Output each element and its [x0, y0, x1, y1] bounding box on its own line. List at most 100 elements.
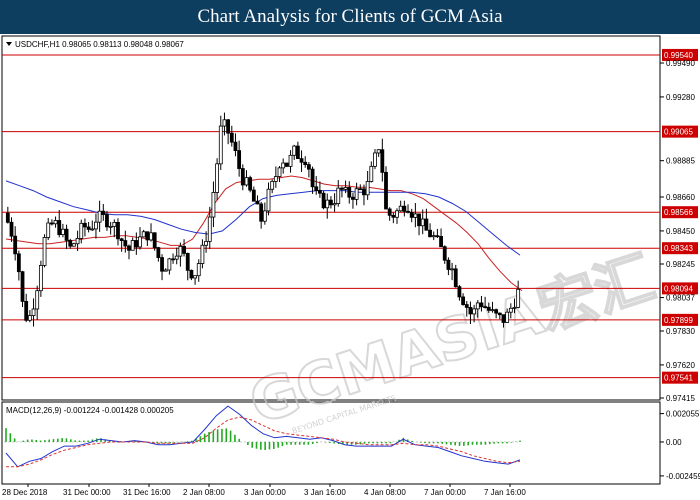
- candle-body: [332, 203, 337, 206]
- candle-body: [156, 247, 161, 258]
- candle-body: [105, 214, 109, 228]
- candle-body: [9, 221, 14, 237]
- candle-body: [439, 236, 443, 248]
- candle-body: [340, 187, 344, 190]
- candle-body: [310, 168, 315, 188]
- candle-body: [152, 232, 157, 248]
- candle-body: [215, 163, 220, 193]
- candle-body: [461, 296, 465, 305]
- candle-body: [380, 149, 385, 173]
- candle-body: [369, 165, 374, 182]
- candle-body: [402, 205, 407, 212]
- candle-body: [123, 240, 128, 247]
- level-tag-label: 0.97541: [664, 374, 693, 383]
- candle-body: [127, 245, 131, 251]
- level-tag-label: 0.98094: [664, 284, 693, 293]
- time-tick-label: 2 Jan 08:00: [183, 488, 225, 497]
- candle-body: [101, 210, 106, 215]
- candle-body: [351, 196, 355, 200]
- time-tick-label: 31 Dec 00:00: [63, 488, 111, 497]
- candle-body: [464, 304, 469, 308]
- candle-body: [46, 222, 51, 238]
- candle-body: [435, 235, 440, 238]
- candle-body: [259, 203, 264, 222]
- price-axis: 0.99490 0.99280 0.98885 0.98660 0.98450 0.982…: [660, 59, 695, 403]
- candle-body: [490, 309, 495, 312]
- macd-tick-label: -0.002459: [666, 472, 700, 481]
- time-tick-label: 7 Jan 16:00: [484, 488, 526, 497]
- candle-body: [116, 221, 120, 240]
- candle-body: [306, 164, 311, 170]
- candle-body: [409, 211, 414, 218]
- candle-body: [138, 236, 142, 248]
- candle-body: [314, 186, 319, 191]
- candle-body: [512, 306, 517, 309]
- candle-body: [185, 253, 190, 271]
- price-tick-label: 0.97415: [666, 394, 695, 403]
- candle-body: [472, 308, 477, 315]
- candle-body: [365, 181, 370, 196]
- banner-title: Chart Analysis for Clients of GCM Asia: [0, 0, 700, 34]
- symbol-header: USDCHF,H1 0.98065 0.98113 0.98048 0.9806…: [15, 40, 184, 49]
- candle-body: [134, 240, 139, 248]
- candle-body: [284, 162, 289, 167]
- candle-body: [273, 176, 278, 182]
- time-tick-label: 3 Jan 00:00: [244, 488, 286, 497]
- candle-body: [38, 265, 43, 292]
- candle-body: [508, 307, 513, 313]
- candle-body: [244, 177, 249, 186]
- candle-body: [27, 315, 32, 321]
- candle-body: [398, 205, 403, 212]
- candle-body: [218, 125, 223, 165]
- candle-body: [358, 188, 363, 191]
- time-tick-label: 7 Jan 00:00: [424, 488, 466, 497]
- candle-body: [149, 232, 153, 241]
- candle-body: [72, 243, 76, 247]
- level-tag-label: 0.98343: [664, 244, 693, 253]
- candle-body: [167, 258, 172, 271]
- candle-body: [395, 210, 399, 218]
- candle-body: [193, 275, 197, 279]
- candle-body: [446, 259, 451, 270]
- candle-body: [61, 228, 65, 236]
- candle-body: [83, 222, 87, 228]
- candle-body: [5, 212, 10, 223]
- level-tag-label: 0.98566: [664, 208, 693, 217]
- candle-body: [90, 228, 95, 231]
- macd-tick-label: 0.00: [666, 438, 682, 447]
- candle-body: [505, 311, 510, 323]
- candle-body: [450, 268, 454, 271]
- candle-body: [343, 187, 348, 190]
- candle-body: [222, 119, 227, 127]
- candle-body: [318, 190, 322, 194]
- candle-body: [35, 290, 40, 310]
- candle-body: [86, 226, 91, 230]
- candle-body: [160, 257, 164, 272]
- price-tick-label: 0.98245: [666, 260, 695, 269]
- candle-body: [428, 229, 432, 238]
- candle-body: [413, 213, 418, 218]
- candle-body: [237, 150, 242, 169]
- candle-body: [145, 231, 150, 241]
- candle-body: [174, 255, 179, 260]
- candle-body: [112, 221, 117, 227]
- candle-body: [262, 210, 267, 222]
- price-tick-label: 0.97830: [666, 327, 695, 336]
- candle-body: [277, 167, 282, 177]
- candle-body: [204, 240, 208, 246]
- candle-body: [211, 192, 216, 218]
- candle-body: [424, 218, 429, 231]
- candle-body: [299, 158, 304, 163]
- candle-body: [31, 308, 36, 316]
- candle-body: [303, 161, 308, 166]
- candle-body: [255, 200, 260, 205]
- candle-body: [248, 177, 253, 191]
- candle-body: [384, 171, 388, 210]
- time-tick-label: 31 Dec 16:00: [123, 488, 171, 497]
- candle-body: [442, 246, 447, 261]
- candle-body: [362, 188, 366, 196]
- candle-body: [494, 309, 499, 314]
- price-tick-label: 0.98660: [666, 193, 695, 202]
- candle-body: [251, 189, 256, 202]
- price-tick-label: 0.99490: [666, 59, 695, 68]
